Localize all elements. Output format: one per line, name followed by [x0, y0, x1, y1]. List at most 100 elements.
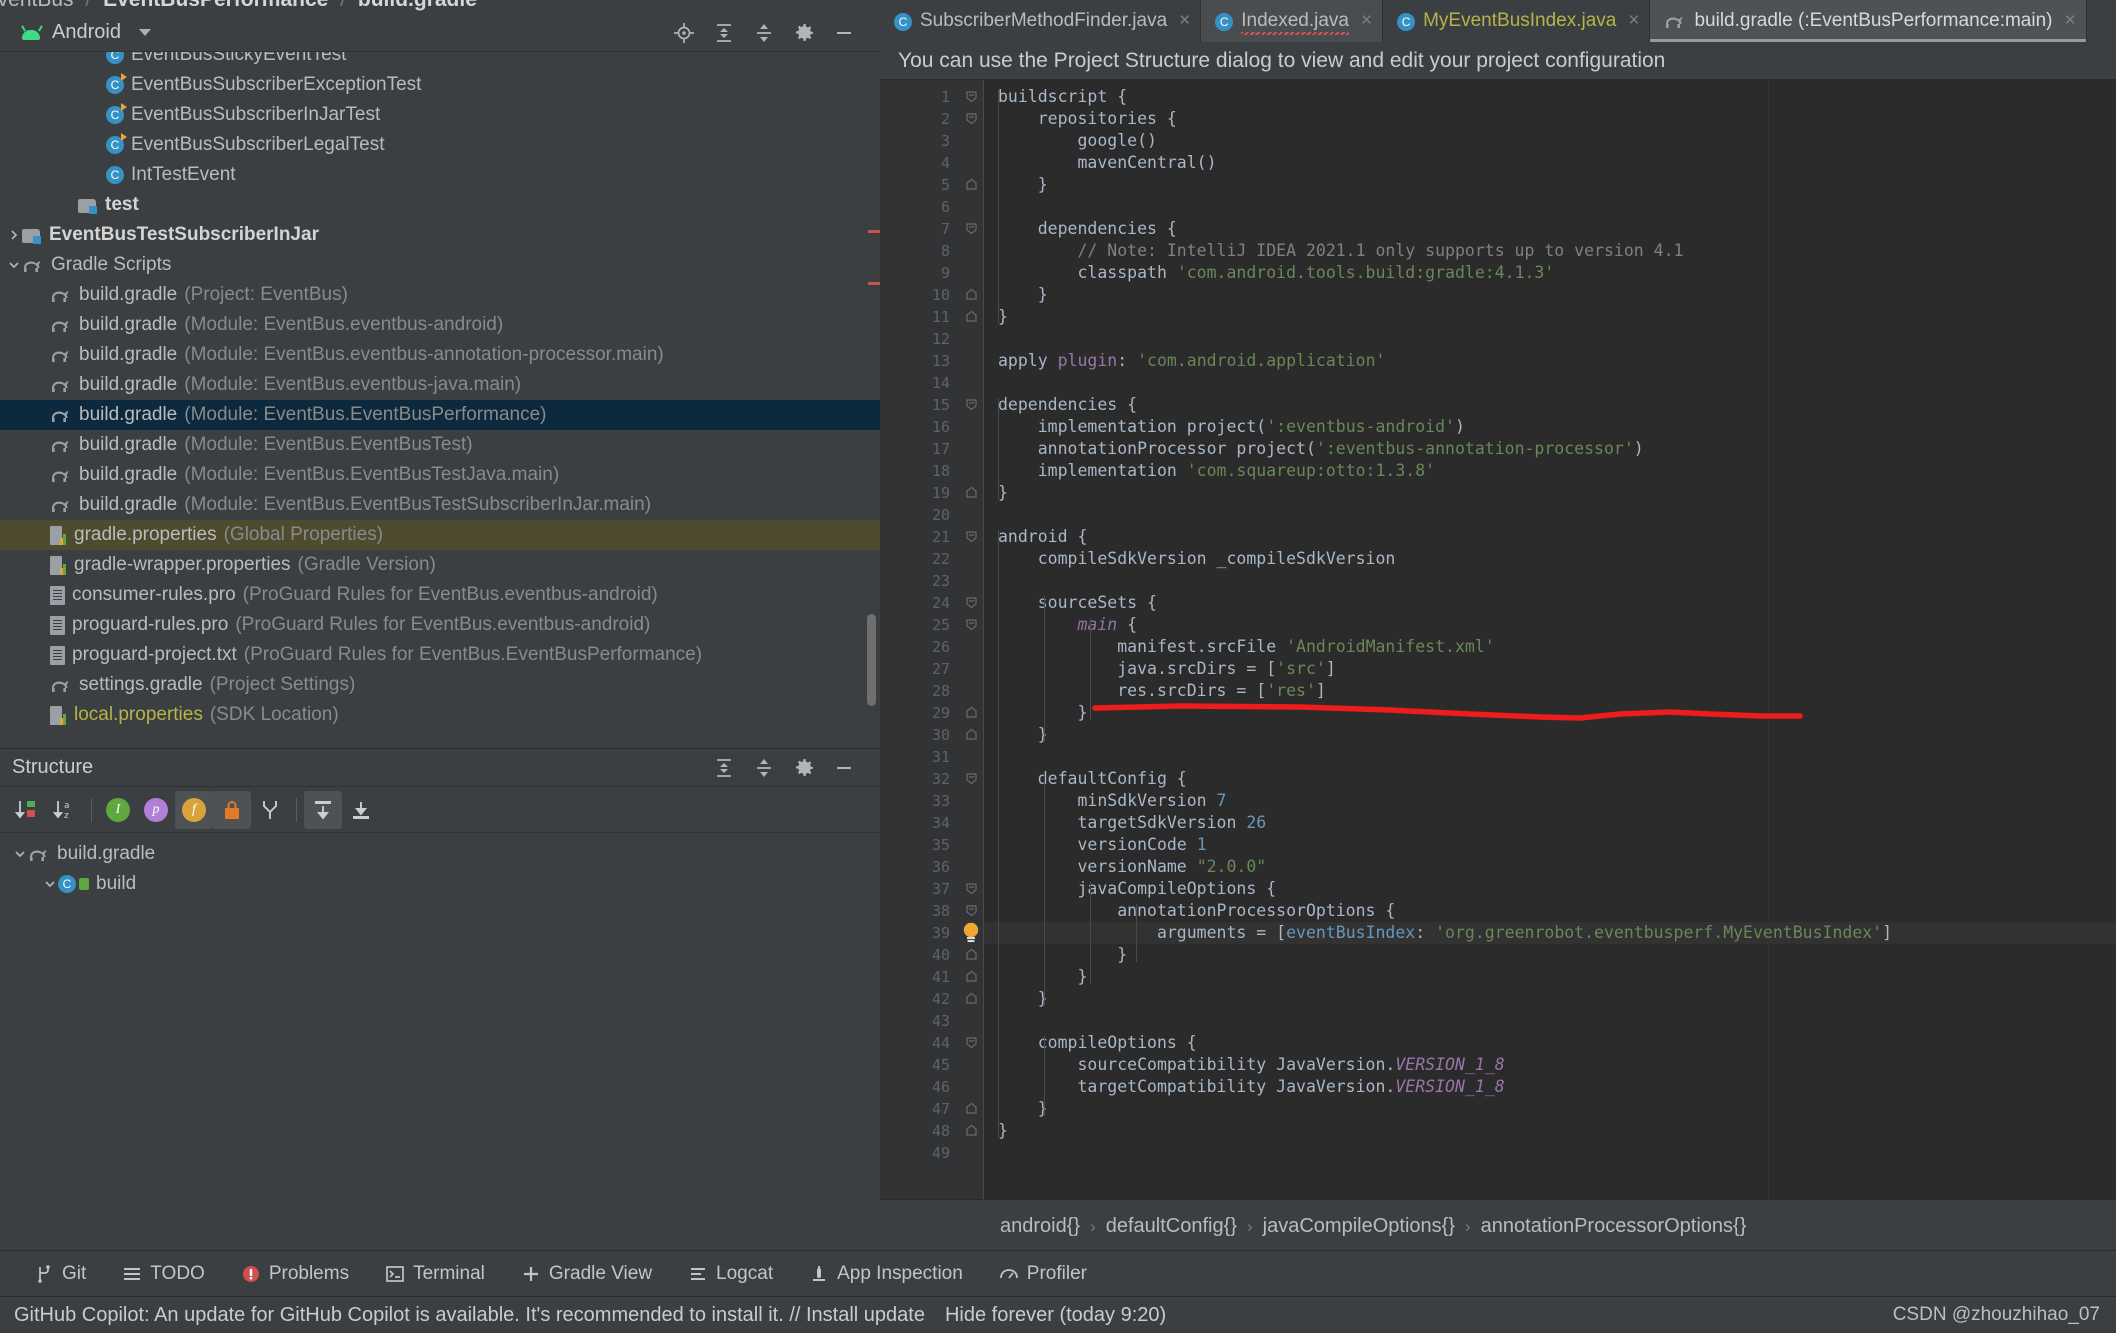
close-icon[interactable]: × [1628, 10, 1639, 32]
project-tree-row[interactable]: C EventBusSubscriberLegalTest [0, 130, 880, 160]
bottom-tool-button[interactable]: Logcat [670, 1263, 791, 1285]
fold-collapse-icon[interactable] [966, 619, 977, 630]
fold-end-icon[interactable] [966, 971, 977, 982]
chevron-down-icon[interactable] [138, 29, 151, 36]
show-non-public-icon[interactable] [213, 790, 251, 829]
status-message[interactable]: GitHub Copilot: An update for GitHub Cop… [14, 1304, 925, 1327]
scroll-from-source-icon[interactable] [304, 790, 342, 829]
bottom-tool-button[interactable]: TODO [104, 1263, 223, 1285]
show-fields-icon[interactable]: f [175, 790, 213, 829]
project-tree-row[interactable]: Gradle Scripts [0, 250, 880, 280]
fold-collapse-icon[interactable] [966, 223, 977, 234]
editor-breadcrumb-item[interactable]: javaCompileOptions{} [1263, 1215, 1455, 1238]
project-tree-scrollbar[interactable] [867, 614, 876, 706]
editor-breadcrumb-item[interactable]: android{} [1000, 1215, 1080, 1238]
project-tree-row[interactable]: EventBusTestSubscriberInJar [0, 220, 880, 250]
structure-tree[interactable]: build.gradle Cbuild [0, 833, 880, 899]
bottom-tool-button[interactable]: Gradle View [503, 1263, 670, 1285]
chevron-down-icon[interactable] [6, 257, 22, 273]
fold-collapse-icon[interactable] [966, 113, 977, 124]
sort-alphabetically-icon[interactable]: az [46, 791, 84, 829]
editor-breadcrumb-item[interactable]: annotationProcessorOptions{} [1481, 1215, 1747, 1238]
editor-tab[interactable]: build.gradle (:EventBusPerformance:main)… [1650, 0, 2087, 42]
sort-by-visibility-icon[interactable] [8, 791, 46, 829]
fold-collapse-icon[interactable] [966, 91, 977, 102]
project-tree-row[interactable]: gradle.properties (Global Properties) [0, 520, 880, 550]
chevron-down-icon[interactable] [42, 876, 58, 892]
chevron-down-icon[interactable] [12, 846, 28, 862]
bottom-tool-button[interactable]: Terminal [367, 1263, 503, 1285]
fold-end-icon[interactable] [966, 1125, 977, 1136]
expand-all-icon[interactable] [704, 749, 744, 787]
close-icon[interactable]: × [1361, 10, 1372, 32]
collapse-all-icon[interactable] [744, 749, 784, 787]
hide-forever-link[interactable]: Hide forever (today 9:20) [945, 1304, 1166, 1327]
fold-end-icon[interactable] [966, 993, 977, 1004]
editor-fold-gutter[interactable] [958, 80, 984, 1199]
editor-breadcrumb[interactable]: android{} › defaultConfig{} › javaCompileOpt… [880, 1199, 2116, 1253]
fold-collapse-icon[interactable] [966, 773, 977, 784]
editor-tab[interactable]: C Indexed.java × [1201, 0, 1384, 42]
minimize-icon[interactable] [824, 749, 864, 787]
project-tree-row[interactable]: proguard-rules.pro (ProGuard Rules for Ev… [0, 610, 880, 640]
scroll-to-source-icon[interactable] [342, 791, 380, 829]
editor-tab[interactable]: C SubscriberMethodFinder.java × [880, 0, 1202, 42]
show-inherited-icon[interactable]: I [99, 791, 137, 829]
project-tree-row[interactable]: settings.gradle (Project Settings) [0, 670, 880, 700]
project-tree-row[interactable]: C EventBusSubscriberExceptionTest [0, 70, 880, 100]
fold-end-icon[interactable] [966, 949, 977, 960]
minimize-icon[interactable] [824, 14, 864, 52]
gear-icon[interactable] [784, 14, 824, 52]
project-tree-row[interactable]: local.properties (SDK Location) [0, 700, 880, 730]
fold-end-icon[interactable] [966, 707, 977, 718]
project-tree-row[interactable]: C EventBusStickyEventTest [0, 52, 880, 70]
bottom-tool-button[interactable]: Profiler [981, 1263, 1105, 1285]
group-icon[interactable] [251, 791, 289, 829]
project-tree-row[interactable]: build.gradle (Module: EventBus.EventBusTe… [0, 490, 880, 520]
fold-end-icon[interactable] [966, 311, 977, 322]
editor-gutter[interactable]: 1 2 3 4 5 6 7 8 9 10 11 12 13 14 15 16 17 18 19 20 21 22 23 24 2… [880, 80, 958, 1199]
fold-end-icon[interactable] [966, 487, 977, 498]
project-tree-row[interactable]: C EventBusSubscriberInJarTest [0, 100, 880, 130]
fold-collapse-icon[interactable] [966, 1037, 977, 1048]
structure-tree-row[interactable]: Cbuild [0, 869, 880, 899]
project-tree-row[interactable]: build.gradle (Project: EventBus) [0, 280, 880, 310]
code-editor[interactable]: 1 2 3 4 5 6 7 8 9 10 11 12 13 14 15 16 17 18 19 20 21 22 23 24 2… [880, 80, 2116, 1199]
fold-collapse-icon[interactable] [966, 399, 977, 410]
project-view-selector-label[interactable]: Android [52, 21, 121, 44]
close-icon[interactable]: × [1179, 10, 1190, 32]
project-tree-row[interactable]: build.gradle (Module: EventBus.EventBusTe… [0, 460, 880, 490]
fold-end-icon[interactable] [966, 179, 977, 190]
fold-end-icon[interactable] [966, 729, 977, 740]
gear-icon[interactable] [784, 749, 824, 787]
bottom-tool-button[interactable]: Problems [223, 1263, 367, 1285]
fold-collapse-icon[interactable] [966, 905, 977, 916]
project-tree-row[interactable]: C IntTestEvent [0, 160, 880, 190]
close-icon[interactable]: × [2065, 10, 2076, 32]
project-tree-row[interactable]: build.gradle (Module: EventBus.eventbus-j… [0, 370, 880, 400]
project-tree-row[interactable]: gradle-wrapper.properties (Gradle Version… [0, 550, 880, 580]
chevron-right-icon[interactable] [6, 227, 22, 243]
fold-collapse-icon[interactable] [966, 531, 977, 542]
breadcrumb-part-2[interactable]: build.gradle [358, 0, 477, 11]
project-tree-row[interactable]: build.gradle (Module: EventBus.EventBusPe… [0, 400, 880, 430]
project-tree-row[interactable]: test [0, 190, 880, 220]
project-tree-row[interactable]: build.gradle (Module: EventBus.eventbus-a… [0, 340, 880, 370]
editor-breadcrumb-item[interactable]: defaultConfig{} [1106, 1215, 1237, 1238]
collapse-all-icon[interactable] [744, 14, 784, 52]
fold-end-icon[interactable] [966, 289, 977, 300]
structure-tree-row[interactable]: build.gradle [0, 839, 880, 869]
bottom-tool-button[interactable]: App Inspection [791, 1263, 981, 1285]
editor-tab[interactable]: C MyEventBusIndex.java × [1383, 0, 1651, 42]
fold-collapse-icon[interactable] [966, 883, 977, 894]
fold-collapse-icon[interactable] [966, 597, 977, 608]
bottom-tool-button[interactable]: Git [16, 1263, 104, 1285]
intention-lightbulb-icon[interactable] [960, 921, 982, 945]
project-tree-row[interactable]: build.gradle (Module: EventBus.eventbus-a… [0, 310, 880, 340]
breadcrumb-part-0[interactable]: eventBus [0, 0, 74, 11]
project-tree-row[interactable]: consumer-rules.pro (ProGuard Rules for Ev… [0, 580, 880, 610]
expand-all-icon[interactable] [704, 14, 744, 52]
fold-end-icon[interactable] [966, 1103, 977, 1114]
project-tree[interactable]: C EventBusStickyEventTest C EventBusSubscri… [0, 52, 880, 748]
breadcrumb-part-1[interactable]: EventBusPerformance [103, 0, 328, 11]
